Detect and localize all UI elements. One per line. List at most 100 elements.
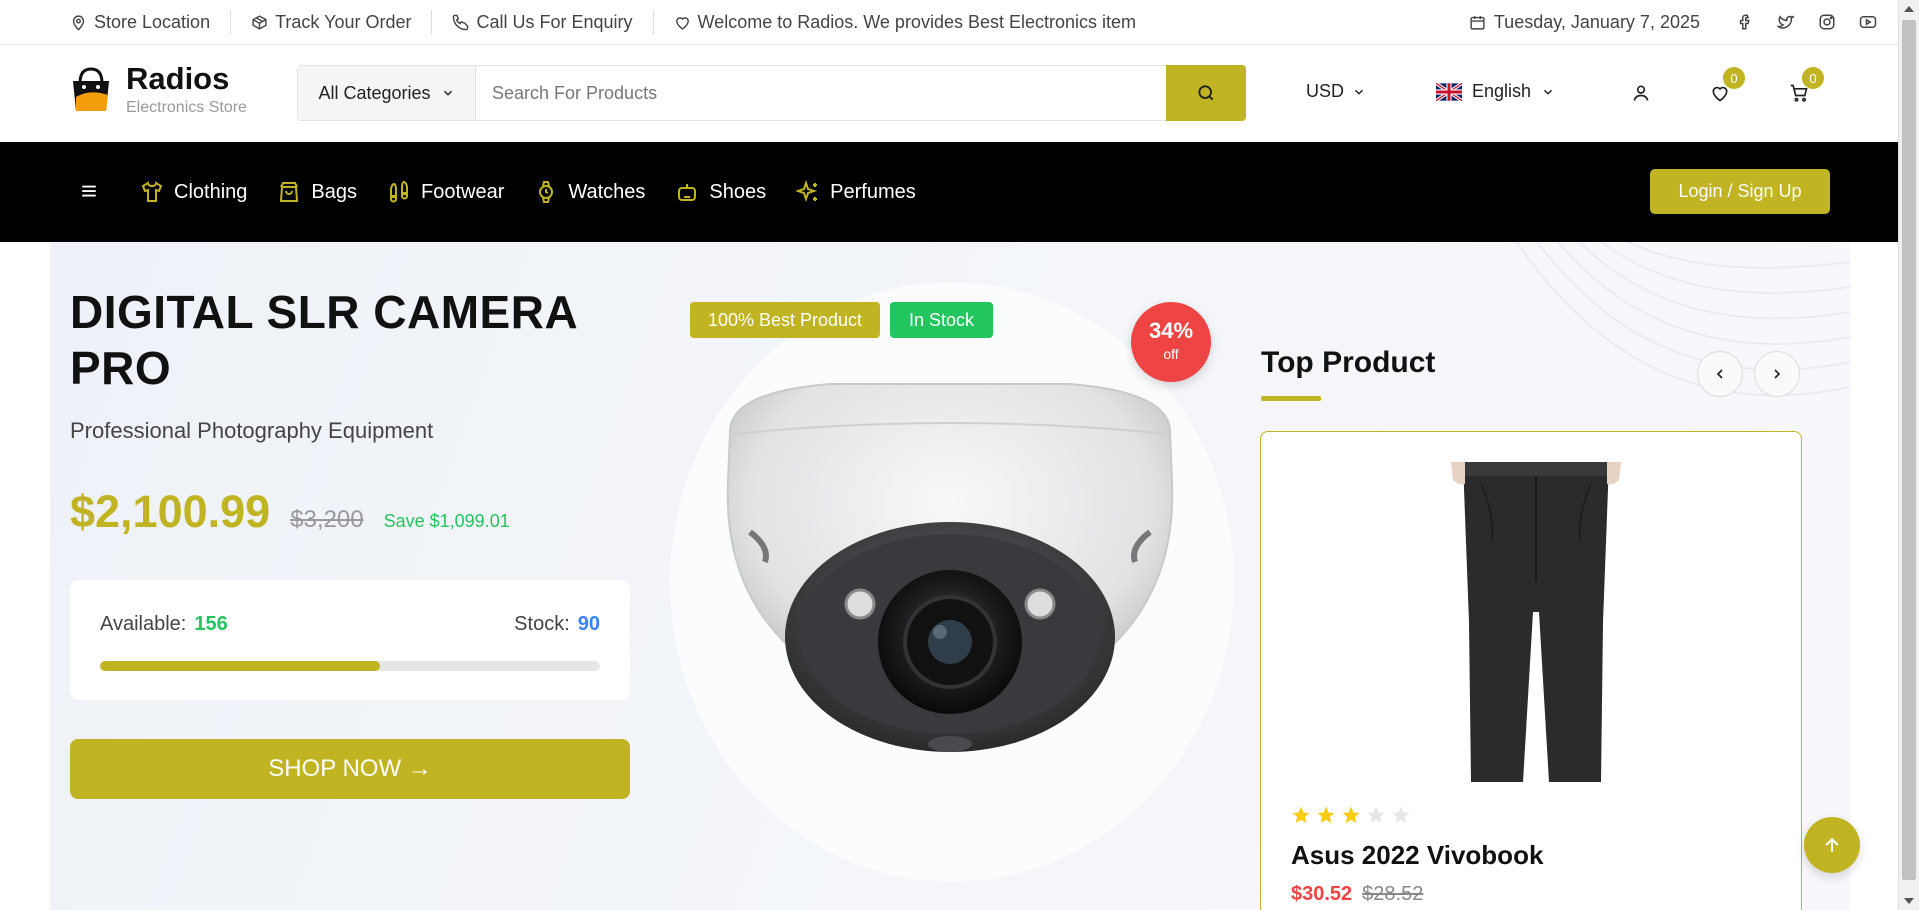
nav-label-bags: Bags (311, 180, 357, 203)
logo-tagline: Electronics Store (126, 99, 247, 116)
star-empty-icon (1392, 806, 1410, 823)
scrollbar-thumb[interactable] (1902, 20, 1916, 880)
top-utility-right: Tuesday, January 7, 2025 (1469, 0, 1878, 44)
in-stock-tag: In Stock (890, 302, 993, 338)
nav-item-bags[interactable]: Bags (277, 180, 357, 204)
top-product-card[interactable]: Asus 2022 Vivobook $30.52 $28.52 (1260, 431, 1802, 910)
currency-select[interactable]: USD (1306, 81, 1366, 102)
current-date: Tuesday, January 7, 2025 (1469, 12, 1700, 33)
star-filled-icon (1342, 806, 1360, 823)
page-scrollbar[interactable] (1898, 0, 1919, 910)
stock-value: 90 (577, 613, 600, 635)
wishlist-button[interactable]: 0 (1709, 67, 1745, 108)
stock-count: Stock: 90 (514, 613, 600, 636)
store-location-link[interactable]: Store Location (70, 10, 232, 34)
stock-info-card: Available: 156 Stock: 90 (70, 580, 630, 700)
search-bar: All Categories (297, 65, 1246, 121)
product-old-price: $28.52 (1362, 883, 1424, 905)
product-rating (1291, 805, 1411, 825)
stock-label: Stock: (514, 613, 570, 635)
category-nav-list: Clothing Bags Footwear Watches Shoes Per… (140, 142, 916, 242)
nav-item-shoes[interactable]: Shoes (675, 180, 766, 204)
facebook-icon[interactable] (1736, 13, 1754, 31)
stock-info-row: Available: 156 Stock: 90 (100, 613, 600, 636)
nav-item-clothing[interactable]: Clothing (140, 180, 247, 204)
menu-toggle-button[interactable] (80, 182, 98, 205)
star-empty-icon (1367, 806, 1385, 823)
hero-title: DIGITAL SLR CAMERA PRO (70, 286, 577, 394)
wishlist-count-badge: 0 (1723, 67, 1745, 89)
call-us-link[interactable]: Call Us For Enquiry (432, 10, 654, 34)
top-product-title: Top Product (1261, 346, 1436, 379)
security-camera-image (726, 383, 1174, 752)
star-filled-icon (1317, 806, 1335, 823)
product-name[interactable]: Asus 2022 Vivobook (1291, 840, 1543, 871)
welcome-message: Welcome to Radios. We provides Best Elec… (654, 10, 1157, 34)
main-header: Radios Electronics Store All Categories … (0, 45, 1898, 142)
category-select[interactable]: All Categories (298, 66, 476, 120)
store-location-label: Store Location (94, 11, 211, 32)
shop-now-button[interactable]: SHOP NOW → (70, 739, 630, 799)
login-signup-button[interactable]: Login / Sign Up (1650, 169, 1830, 214)
logo-name: Radios (126, 61, 230, 96)
search-button[interactable] (1166, 65, 1246, 121)
scroll-up-arrow[interactable] (1904, 6, 1914, 12)
scroll-to-top-button[interactable] (1804, 817, 1860, 873)
category-navbar: Clothing Bags Footwear Watches Shoes Per… (0, 142, 1898, 242)
nav-item-footwear[interactable]: Footwear (387, 180, 504, 204)
hero-price-row: $2,100.99 $3,200 Save $1,099.01 (70, 486, 510, 538)
site-logo[interactable]: Radios Electronics Store (68, 63, 247, 117)
language-label: English (1472, 81, 1532, 101)
track-order-label: Track Your Order (275, 11, 412, 32)
hero-subtitle: Professional Photography Equipment (70, 418, 434, 443)
available-value: 156 (194, 613, 228, 635)
currency-label: USD (1306, 81, 1345, 101)
category-select-label: All Categories (318, 82, 431, 103)
shoe-icon (678, 184, 697, 201)
language-select[interactable]: English (1436, 81, 1555, 102)
search-input[interactable] (476, 66, 1166, 120)
track-order-link[interactable]: Track Your Order (231, 10, 433, 34)
nav-item-watches[interactable]: Watches (534, 180, 645, 204)
nav-item-perfumes[interactable]: Perfumes (796, 180, 916, 204)
scroll-down-arrow[interactable] (1904, 898, 1914, 904)
youtube-icon[interactable] (1858, 13, 1878, 31)
discount-percent: 34% (1148, 318, 1194, 343)
top-utility-bar: Store Location Track Your Order Call Us … (0, 0, 1898, 45)
top-utility-links: Store Location Track Your Order Call Us … (70, 0, 1156, 44)
hamburger-menu-icon (82, 185, 96, 197)
chevron-down-icon (1355, 89, 1364, 95)
available-count: Available: 156 (100, 613, 228, 636)
discount-off-label: off (1163, 346, 1179, 362)
title-underline (1261, 396, 1321, 401)
cart-button[interactable]: 0 (1788, 67, 1824, 108)
phone-icon (453, 14, 469, 30)
calendar-icon (1470, 15, 1485, 30)
instagram-icon[interactable] (1818, 13, 1836, 31)
available-label: Available: (100, 613, 187, 635)
best-product-tag: 100% Best Product (690, 302, 880, 338)
twitter-icon[interactable] (1776, 13, 1796, 31)
bag-icon (280, 182, 299, 202)
hero-old-price: $3,200 (290, 506, 364, 533)
account-button[interactable] (1631, 83, 1651, 108)
user-icon (1633, 85, 1649, 101)
stock-progress-bar (100, 661, 600, 671)
discount-badge: 34% off (1131, 302, 1211, 382)
heart-icon (675, 16, 689, 30)
carousel-prev-button[interactable] (1697, 351, 1743, 397)
carousel-next-button[interactable] (1754, 351, 1800, 397)
map-pin-icon (72, 14, 85, 31)
hero-banner: DIGITAL SLR CAMERA PRO Professional Phot… (50, 242, 1850, 910)
nav-label-footwear: Footwear (420, 180, 505, 203)
chevron-down-icon (443, 90, 452, 96)
hero-savings: Save $1,099.01 (383, 511, 510, 531)
shirt-icon (141, 181, 163, 202)
star-filled-icon (1292, 806, 1310, 823)
product-price-row: $30.52 $28.52 (1291, 883, 1423, 906)
nav-label-clothing: Clothing (174, 180, 248, 203)
arrow-up-icon (1825, 837, 1839, 852)
footprints-icon (389, 180, 408, 203)
sparkles-icon (796, 180, 818, 203)
product-price: $30.52 (1291, 883, 1353, 905)
